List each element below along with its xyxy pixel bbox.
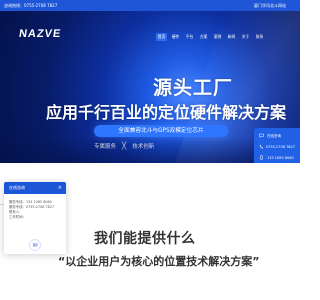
page: 咨询热线：0755-2708 7827 厦门华讯北斗网站 NAZVE 首页 硬件… [0,0,300,300]
section-subtitle: “以企业用户为核心的位置技术解决方案” [58,255,260,268]
nav-item-about[interactable]: 关于 [240,33,251,41]
mobile-icon [260,155,263,160]
tag-separator-icon: ╳ [122,142,127,150]
popup-header: 在线咨询 × [4,182,66,194]
nav-item-cases[interactable]: 案例 [212,33,223,41]
contact-chat-label: 在线咨询 [267,133,281,138]
hero-title: 源头工厂 [153,77,234,99]
nav-item-home[interactable]: 首页 [156,33,167,41]
popup-row-hours: 工作时间： [9,215,26,219]
close-icon[interactable]: × [58,184,62,192]
contact-chat-row[interactable]: 在线咨询 [259,133,295,138]
hero-feature-pill: 全面兼容北斗与GPS双模定位芯片 [94,125,228,137]
hero-subtitle: 应用千行百业的定位硬件解决方案 [46,103,287,122]
consultation-popup: 在线咨询 × 服务专线：133 1085 8060 服务专线：0755-2708… [4,182,66,254]
hero-tags: 专属服务 ╳ 技术创新 [94,142,154,150]
contact-mobile-label: 133 1085 8060 [267,155,294,160]
tag-innovation: 技术创新 [132,144,155,150]
popup-title: 在线咨询 [9,185,25,190]
contact-phone-label: 0755-2708 7827 [265,144,295,149]
nav-item-news[interactable]: 新闻 [226,33,237,41]
nav-item-solutions[interactable]: 方案 [198,33,209,41]
phone-icon [259,144,263,149]
hotline-text: 咨询热线：0755-2708 7827 [4,3,58,8]
nav-item-hardware[interactable]: 硬件 [170,33,181,41]
popup-body: 服务专线：133 1085 8060 服务专线：0755-2708 7827 联… [4,194,66,220]
main-nav: 首页 硬件 平台 方案 案例 新闻 关于 联系 [156,33,268,41]
site-link[interactable]: 厦门华讯北斗网站 [254,0,286,11]
section-title: 我们能提供什么 [94,231,196,247]
brand-logo[interactable]: NAZVE [18,28,62,40]
nav-item-platform[interactable]: 平台 [184,33,195,41]
nav-item-contact[interactable]: 联系 [254,33,265,41]
contact-phone-row[interactable]: 0755-2708 7827 [259,144,295,149]
tag-service: 专属服务 [94,144,117,150]
chat-icon [259,133,264,138]
contact-mobile-row[interactable]: 133 1085 8060 [259,155,295,160]
chat-icon[interactable]: ✉ [29,239,41,251]
top-info-bar: 咨询热线：0755-2708 7827 厦门华讯北斗网站 [0,0,300,11]
